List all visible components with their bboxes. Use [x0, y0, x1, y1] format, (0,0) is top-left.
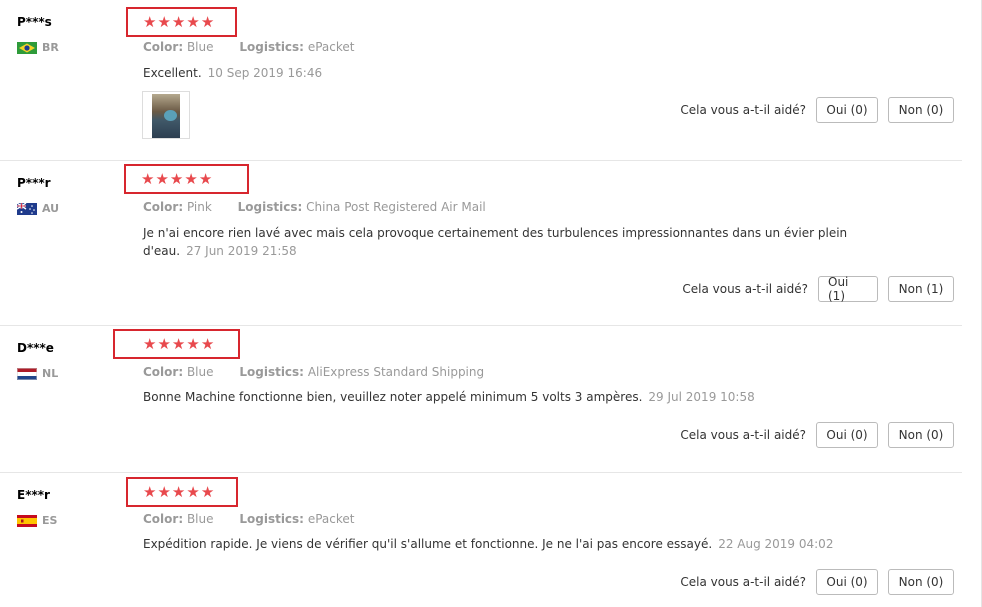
color-label: Color: [143, 512, 184, 526]
rating-highlight-box: ★ ★ ★ ★ ★ [113, 329, 240, 359]
star-icon: ★ [186, 12, 200, 31]
rating-highlight-box: ★ ★ ★ ★ ★ [126, 7, 237, 37]
order-info: Color: Blue Logistics: AliExpress Standa… [143, 365, 484, 379]
star-icon: ★ [157, 482, 171, 501]
color-value: Blue [186, 365, 214, 379]
helpful-section: Cela vous a-t-il aidé? Oui (0) Non (0) [680, 569, 954, 595]
helpful-section: Cela vous a-t-il aidé? Oui (0) Non (0) [680, 422, 954, 448]
helpful-yes-button[interactable]: Oui (0) [816, 422, 878, 448]
star-icon: ★ [157, 12, 171, 31]
helpful-no-button[interactable]: Non (0) [888, 569, 954, 595]
helpful-yes-button[interactable]: Oui (1) [818, 275, 878, 303]
review-body-line-1: Je n'ai encore rien lavé avec mais cela … [143, 226, 848, 240]
logistics-value: China Post Registered Air Mail [306, 200, 486, 214]
review-photo-thumbnail[interactable] [142, 91, 190, 139]
review-text: Je n'ai encore rien lavé avec mais cela … [143, 224, 863, 260]
logistics-label: Logistics: [239, 365, 304, 379]
star-icon: ★ [186, 334, 200, 353]
logistics-label: Logistics: [237, 200, 303, 214]
review-item: E***r ES ★ ★ ★ ★ ★ Color: Blue Logistics: eP… [0, 473, 962, 607]
star-icon: ★ [155, 169, 169, 188]
country-code: NL [42, 367, 59, 380]
helpful-yes-button[interactable]: Oui (0) [816, 97, 878, 123]
helpful-question: Cela vous a-t-il aidé? [680, 428, 806, 442]
country-code: AU [42, 202, 60, 215]
order-info: Color: Blue Logistics: ePacket [143, 40, 354, 54]
reviewer-name: D***e [17, 341, 54, 355]
star-icon: ★ [143, 334, 157, 353]
logistics-label: Logistics: [239, 512, 304, 526]
review-date: 10 Sep 2019 16:46 [207, 66, 323, 80]
star-icon: ★ [141, 169, 155, 188]
review-item: P***r AU ★ ★ ★ ★ ★ Color: Pink Logistics: Ch… [0, 161, 962, 326]
rating-highlight-box: ★ ★ ★ ★ ★ [126, 477, 238, 507]
helpful-no-button[interactable]: Non (1) [888, 276, 954, 302]
reviewer-name: P***s [17, 15, 52, 29]
review-date: 22 Aug 2019 04:02 [718, 537, 834, 551]
star-icon: ★ [198, 169, 213, 188]
star-icon: ★ [143, 12, 157, 31]
australia-flag-icon [17, 202, 37, 215]
logistics-value: AliExpress Standard Shipping [307, 365, 485, 379]
logistics-value: ePacket [307, 512, 355, 526]
logistics-label: Logistics: [239, 40, 304, 54]
star-icon: ★ [169, 169, 184, 188]
star-icon: ★ [200, 334, 215, 353]
reviewer-country: NL [17, 367, 58, 380]
reviewer-country: ES [17, 514, 57, 527]
order-info: Color: Pink Logistics: China Post Regist… [143, 200, 486, 214]
helpful-yes-button[interactable]: Oui (0) [816, 569, 878, 595]
order-info: Color: Blue Logistics: ePacket [143, 512, 354, 526]
review-date: 29 Jul 2019 10:58 [648, 390, 755, 404]
helpful-no-button[interactable]: Non (0) [888, 422, 954, 448]
review-body-line-2: d'eau. [143, 244, 181, 258]
rating-highlight-box: ★ ★ ★ ★ ★ [124, 164, 249, 194]
review-date: 27 Jun 2019 21:58 [186, 244, 297, 258]
star-icon: ★ [171, 334, 186, 353]
star-icon: ★ [171, 12, 186, 31]
star-icon: ★ [184, 169, 198, 188]
review-item: P***s BR ★ ★ ★ ★ ★ Color: Blue Logistics: eP… [0, 0, 962, 161]
spain-flag-icon [17, 514, 37, 527]
country-code: ES [42, 514, 58, 527]
reviewer-country: BR [17, 41, 59, 54]
brazil-flag-icon [17, 41, 37, 54]
reviewer-name: E***r [17, 488, 50, 502]
review-text: Bonne Machine fonctionne bien, veuillez … [143, 388, 863, 406]
review-item: D***e NL ★ ★ ★ ★ ★ Color: Blue Logistics: Al… [0, 326, 962, 473]
review-body: Expédition rapide. Je viens de vérifier … [143, 537, 713, 551]
review-text: Expédition rapide. Je viens de vérifier … [143, 535, 863, 553]
star-icon: ★ [200, 12, 215, 31]
helpful-question: Cela vous a-t-il aidé? [682, 282, 808, 296]
color-value: Pink [186, 200, 212, 214]
reviewer-country: AU [17, 202, 59, 215]
review-photo [152, 94, 180, 138]
star-icon: ★ [200, 482, 215, 501]
star-icon: ★ [143, 482, 157, 501]
helpful-section: Cela vous a-t-il aidé? Oui (1) Non (1) [682, 275, 954, 303]
star-icon: ★ [157, 334, 171, 353]
helpful-question: Cela vous a-t-il aidé? [680, 575, 806, 589]
country-code: BR [42, 41, 59, 54]
star-icon: ★ [171, 482, 186, 501]
star-icon: ★ [186, 482, 200, 501]
color-value: Blue [186, 512, 214, 526]
helpful-section: Cela vous a-t-il aidé? Oui (0) Non (0) [680, 97, 954, 123]
logistics-value: ePacket [307, 40, 355, 54]
netherlands-flag-icon [17, 367, 37, 380]
helpful-no-button[interactable]: Non (0) [888, 97, 954, 123]
color-label: Color: [143, 40, 184, 54]
helpful-question: Cela vous a-t-il aidé? [680, 103, 806, 117]
review-body: Bonne Machine fonctionne bien, veuillez … [143, 390, 643, 404]
reviewer-name: P***r [17, 176, 51, 190]
review-text: Excellent. 10 Sep 2019 16:46 [143, 64, 863, 82]
color-label: Color: [143, 200, 184, 214]
review-body: Excellent. [143, 66, 202, 80]
color-value: Blue [186, 40, 214, 54]
color-label: Color: [143, 365, 184, 379]
